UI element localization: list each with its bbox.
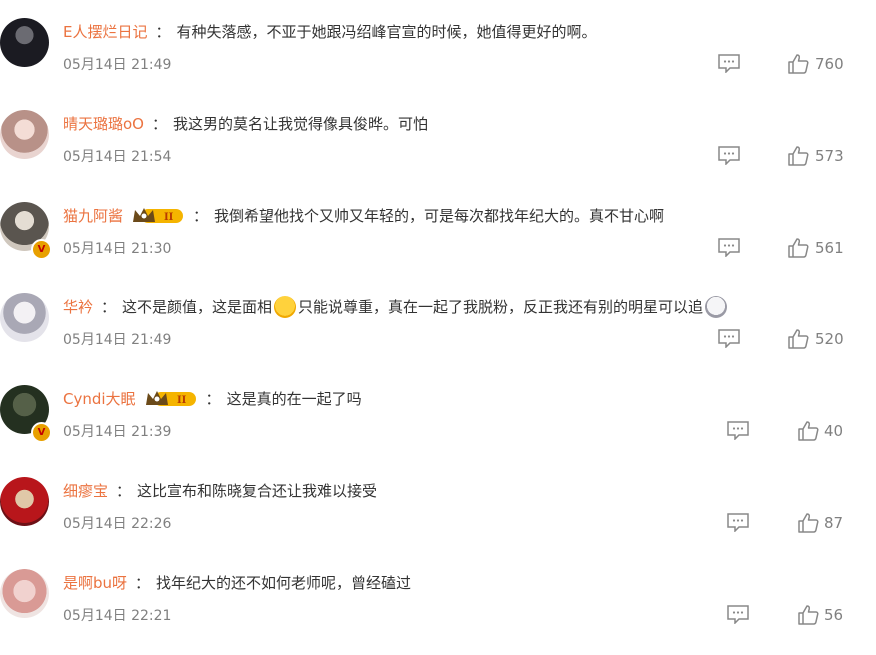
thumbs-up-icon[interactable] [797,512,819,534]
like-count: 40 [824,422,844,440]
like-count: 760 [815,55,844,73]
member-level: II [177,395,187,406]
thumbs-up-icon[interactable] [787,328,809,350]
colon-separator: ： [101,298,117,316]
comment-text: 这是真的在一起了吗 [226,390,362,408]
comment-bubble-icon[interactable] [726,604,750,624]
timestamp: 05月14日 21:49 [63,332,172,348]
comment-text-continued: 只能说尊重，真在一起了我脱粉，反正我还有别的明星可以追 [298,298,704,316]
avatar[interactable] [0,293,49,342]
comment-item: E人摆烂日记 ： 有种失落感，不亚于她跟冯绍峰官宣的时候，她值得更好的啊。 05… [0,12,876,104]
crown-badge-icon[interactable]: II [131,206,185,226]
comment-bubble-icon[interactable] [717,328,741,348]
avatar[interactable] [0,110,49,159]
crying-laugh-emoji [274,296,297,318]
comment-item: V Cyndi大眠 II ： 这是真的在一起了吗 05月14日 21:39 40 [0,379,876,471]
colon-separator: ： [155,23,171,41]
thumbs-up-icon[interactable] [787,53,809,75]
username-link[interactable]: Cyndi大眠 [63,387,136,411]
comment-item: 华衿 ： 这不是颜值，这是面相 只能说尊重，真在一起了我脱粉，反正我还有别的明星… [0,287,876,379]
verified-badge: V [31,239,52,260]
comment-text: 这不是颜值，这是面相 [122,298,273,316]
thumbs-up-icon[interactable] [797,604,819,626]
username-link[interactable]: 是啊bu呀 [63,571,127,595]
comment-bubble-icon[interactable] [726,512,750,532]
colon-separator: ： [116,482,132,500]
comment-text: 我倒希望他找个又帅又年轻的，可是每次都找年纪大的。真不甘心啊 [214,207,665,225]
thumbs-up-icon[interactable] [787,237,809,259]
comment-item: V 猫九阿酱 II ： 我倒希望他找个又帅又年轻的，可是每次都找年纪大的。真不甘… [0,196,876,288]
comment-text: 这比宣布和陈晓复合还让我难以接受 [137,482,378,500]
username-link[interactable]: 华衿 [63,295,93,319]
comment-text: 我这男的莫名让我觉得像具俊晔。可怕 [173,115,429,133]
like-count: 561 [815,239,844,257]
timestamp: 05月14日 21:49 [63,57,172,73]
timestamp: 05月14日 22:21 [63,608,172,624]
timestamp: 05月14日 21:39 [63,424,172,440]
avatar[interactable] [0,477,49,526]
comment-item: 晴天璐璐oO ： 我这男的莫名让我觉得像具俊晔。可怕 05月14日 21:54 … [0,104,876,196]
crown-badge-icon[interactable]: II [144,389,198,409]
comment-text: 有种失落感，不亚于她跟冯绍峰官宣的时候，她值得更好的啊。 [176,23,597,41]
comment-bubble-icon[interactable] [717,53,741,73]
like-count: 573 [815,147,844,165]
like-count: 56 [824,606,844,624]
comment-item: 是啊bu呀 ： 找年纪大的还不如何老师呢，曾经磕过 05月14日 22:21 5… [0,563,876,655]
username-link[interactable]: E人摆烂日记 [63,20,147,44]
thumbs-up-icon[interactable] [797,420,819,442]
timestamp: 05月14日 22:26 [63,516,172,532]
avatar[interactable] [0,18,49,67]
username-link[interactable]: 猫九阿酱 [63,204,123,228]
like-count: 87 [824,514,844,532]
avatar[interactable] [0,569,49,618]
verified-badge: V [31,422,52,443]
comment-list: E人摆烂日记 ： 有种失落感，不亚于她跟冯绍峰官宣的时候，她值得更好的啊。 05… [0,0,876,642]
colon-separator: ： [205,390,221,408]
colon-separator: ： [151,115,167,133]
timestamp: 05月14日 21:54 [63,149,172,165]
username-link[interactable]: 细瘳宝 [63,479,108,503]
member-level: II [164,212,174,223]
timestamp: 05月14日 21:30 [63,241,172,257]
colon-separator: ： [135,574,151,592]
shocked-ghost-emoji [705,296,728,318]
comment-bubble-icon[interactable] [717,145,741,165]
comment-item: 细瘳宝 ： 这比宣布和陈晓复合还让我难以接受 05月14日 22:26 87 [0,471,876,563]
comment-text: 找年纪大的还不如何老师呢，曾经磕过 [156,574,412,592]
thumbs-up-icon[interactable] [787,145,809,167]
colon-separator: ： [193,207,209,225]
comment-bubble-icon[interactable] [717,237,741,257]
comment-bubble-icon[interactable] [726,420,750,440]
like-count: 520 [815,330,844,348]
username-link[interactable]: 晴天璐璐oO [63,112,144,136]
